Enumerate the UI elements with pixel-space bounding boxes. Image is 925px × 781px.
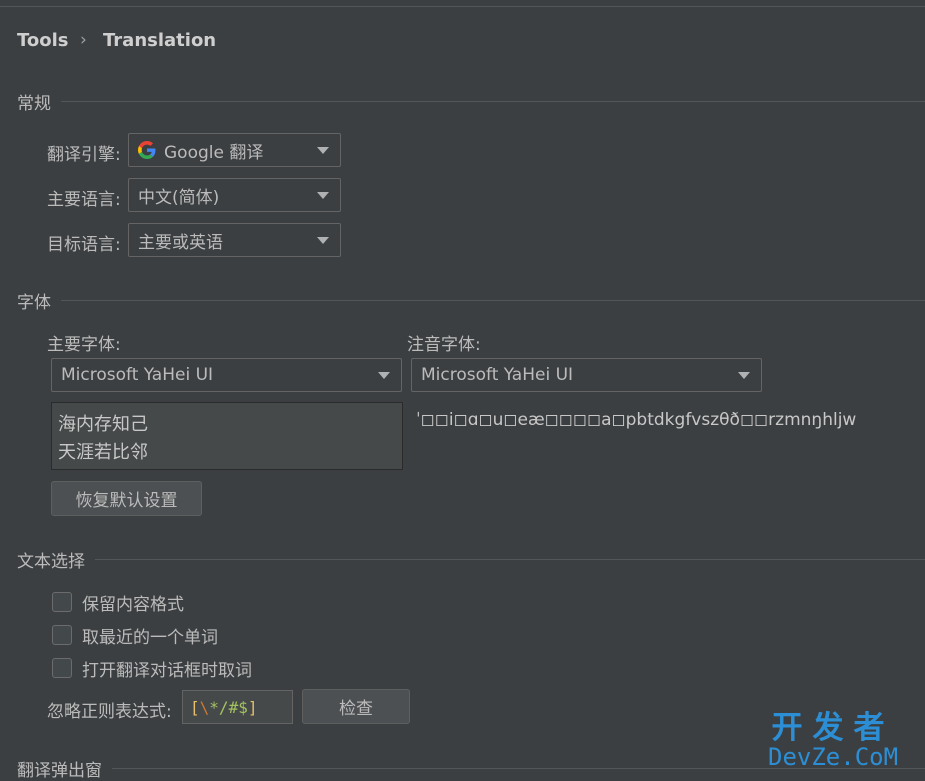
engine-label: 翻译引擎: xyxy=(47,145,121,165)
primary-language-label: 主要语言: xyxy=(47,190,121,210)
breadcrumb-parent[interactable]: Tools xyxy=(17,30,69,51)
checkbox-label: 保留内容格式 xyxy=(82,594,184,615)
ignore-regex-label: 忽略正则表达式: xyxy=(47,702,172,722)
check-regex-button[interactable]: 检查 xyxy=(302,689,410,724)
font-preview-line: 天涯若比邻 xyxy=(58,442,148,463)
engine-dropdown[interactable]: Google 翻译 xyxy=(128,133,341,167)
target-language-dropdown[interactable]: 主要或英语 xyxy=(128,223,341,257)
checkbox-box[interactable] xyxy=(52,658,72,678)
section-fonts: 字体 xyxy=(17,289,925,313)
section-divider xyxy=(61,100,925,102)
breadcrumb-separator: › xyxy=(80,30,87,50)
chevron-down-icon xyxy=(738,371,750,379)
primary-language-value: 中文(简体) xyxy=(138,187,220,208)
section-title: 字体 xyxy=(17,292,51,313)
section-title: 翻译弹出窗 xyxy=(17,760,102,781)
section-title: 常规 xyxy=(17,93,51,114)
watermark-cn: 开发者 xyxy=(771,710,895,746)
phonetic-font-value: Microsoft YaHei UI xyxy=(421,365,574,385)
font-preview-box: 海内存知己 天涯若比邻 xyxy=(51,402,403,470)
checkbox-box[interactable] xyxy=(52,625,72,645)
primary-language-dropdown[interactable]: 中文(简体) xyxy=(128,178,341,212)
watermark-logo: 开发者 DevZe.CoM xyxy=(768,712,898,770)
top-divider xyxy=(0,6,925,7)
chevron-down-icon xyxy=(378,371,390,379)
target-language-label: 目标语言: xyxy=(47,235,121,255)
chevron-down-icon xyxy=(317,236,329,244)
pick-word-on-open-checkbox[interactable]: 打开翻译对话框时取词 xyxy=(52,657,252,681)
target-language-value: 主要或英语 xyxy=(138,232,223,253)
google-icon xyxy=(138,141,156,159)
nearest-word-checkbox[interactable]: 取最近的一个单词 xyxy=(52,624,218,648)
checkbox-label: 打开翻译对话框时取词 xyxy=(82,660,252,681)
section-divider xyxy=(61,299,925,301)
primary-font-label: 主要字体: xyxy=(47,335,121,355)
breadcrumb-current: Translation xyxy=(103,30,217,51)
phonetic-font-dropdown[interactable]: Microsoft YaHei UI xyxy=(411,358,762,392)
primary-font-dropdown[interactable]: Microsoft YaHei UI xyxy=(51,358,402,392)
keep-format-checkbox[interactable]: 保留内容格式 xyxy=(52,591,184,615)
section-divider xyxy=(95,558,925,560)
chevron-down-icon xyxy=(317,146,329,154)
restore-defaults-button[interactable]: 恢复默认设置 xyxy=(51,481,202,516)
engine-value: Google 翻译 xyxy=(164,142,264,163)
regex-value: [\*/#$] xyxy=(190,697,258,717)
section-general: 常规 xyxy=(17,90,925,114)
section-title: 文本选择 xyxy=(17,551,85,572)
watermark-en: DevZe.CoM xyxy=(768,743,899,771)
primary-font-value: Microsoft YaHei UI xyxy=(61,365,214,385)
phonetic-font-label: 注音字体: xyxy=(407,335,481,355)
ignore-regex-input[interactable]: [\*/#$] xyxy=(182,690,293,724)
checkbox-label: 取最近的一个单词 xyxy=(82,627,218,648)
section-text-selection: 文本选择 xyxy=(17,548,925,572)
phonetic-preview: ˈ◻◻i◻ɑ◻u◻eæ◻◻◻◻a◻pbtdkgfvszθð◻◻rzmnŋhljw xyxy=(416,410,857,430)
chevron-down-icon xyxy=(317,191,329,199)
checkbox-box[interactable] xyxy=(52,592,72,612)
font-preview-line: 海内存知己 xyxy=(58,414,148,435)
